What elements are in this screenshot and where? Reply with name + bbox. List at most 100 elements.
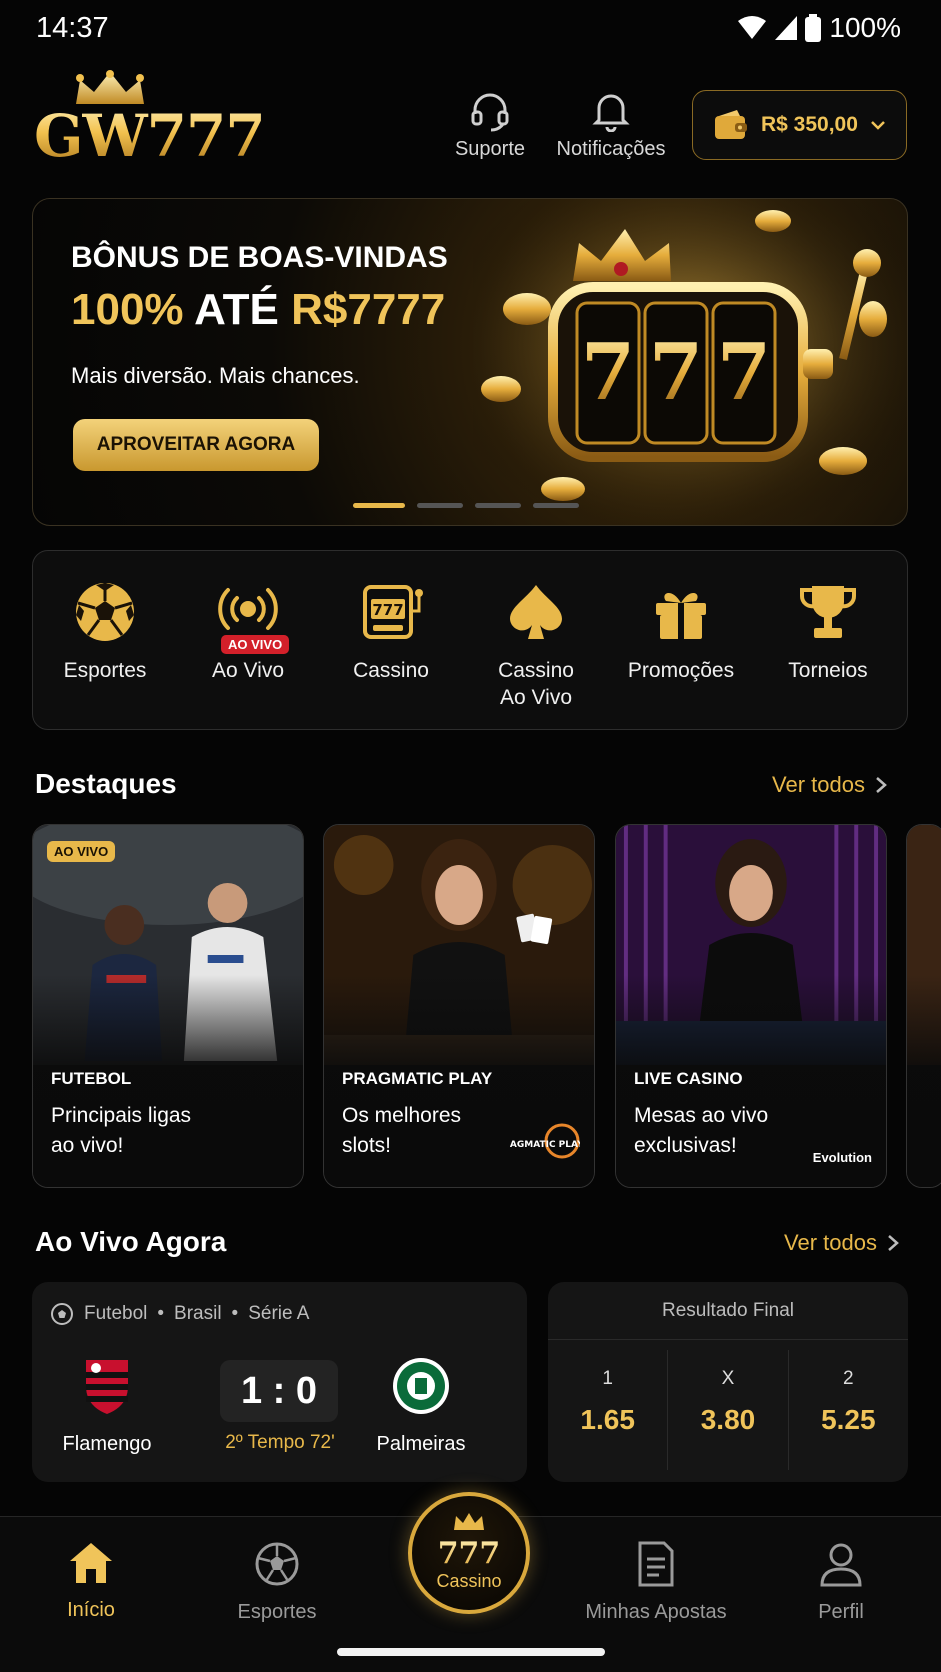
signal-icon xyxy=(775,16,798,40)
match-time: 2º Tempo 72' xyxy=(225,1432,335,1453)
odd-away-button[interactable]: 2 5.25 xyxy=(789,1350,908,1470)
status-bar: 14:37 100% xyxy=(0,0,941,56)
svg-text:7: 7 xyxy=(649,327,703,418)
card-description-line2: ao vivo! xyxy=(51,1134,124,1157)
pragmatic-play-logo-text: PRAGMATIC PLAY xyxy=(510,1140,580,1150)
home-team: Flamengo xyxy=(32,1356,182,1456)
category-label: Torneios xyxy=(788,659,868,682)
category-casino[interactable]: 777 Cassino xyxy=(321,577,461,684)
highlights-see-all-link[interactable]: Ver todos xyxy=(772,772,887,798)
card-description: Principais ligas ao vivo! xyxy=(51,1101,251,1161)
banner-offer: 100% ATÉ R$7777 xyxy=(71,285,445,335)
nav-label: Esportes xyxy=(237,1601,317,1623)
home-indicator[interactable] xyxy=(337,1648,605,1656)
nav-label: Perfil xyxy=(818,1601,864,1623)
highlight-card-football[interactable]: AO VIVO FUTEBOL Principais ligas ao vivo… xyxy=(32,824,304,1188)
nav-profile[interactable]: Perfil xyxy=(761,1541,921,1624)
banner-offer-until: ATÉ xyxy=(194,285,279,334)
soccer-ball-icon xyxy=(76,583,134,641)
carousel-indicators xyxy=(353,503,579,508)
support-button[interactable]: Suporte xyxy=(450,90,530,161)
category-promotions[interactable]: Promoções xyxy=(611,577,751,684)
crown-icon xyxy=(454,1513,484,1530)
odds-card: Resultado Final 1 1.65 X 3.80 2 5.25 xyxy=(548,1282,908,1482)
status-icons: 100% xyxy=(737,12,901,44)
highlights-title: Destaques xyxy=(35,768,177,799)
category-label: Cassino Ao Vivo xyxy=(466,657,606,711)
support-label: Suporte xyxy=(454,138,526,160)
category-label: Promoções xyxy=(627,659,735,682)
odd-value: 5.25 xyxy=(821,1404,876,1435)
category-label: Ao Vivo xyxy=(212,659,284,682)
separator-dot: • xyxy=(157,1303,165,1324)
nav-label: Minhas Apostas xyxy=(585,1601,727,1623)
wifi-icon xyxy=(738,16,767,39)
card-category: PRAGMATIC PLAY xyxy=(342,1069,493,1088)
promo-banner[interactable]: BÔNUS DE BOAS-VINDAS 100% ATÉ R$7777 Mai… xyxy=(32,198,908,526)
carousel-dot[interactable] xyxy=(475,503,521,508)
odd-value: 1.65 xyxy=(580,1404,635,1435)
nav-my-bets[interactable]: Minhas Apostas xyxy=(576,1541,736,1624)
notifications-button[interactable]: Notificações xyxy=(552,90,670,161)
battery-percent: 100% xyxy=(829,12,901,43)
category-live[interactable]: AO VIVO Ao Vivo xyxy=(178,577,318,684)
carousel-dot[interactable] xyxy=(533,503,579,508)
spade-icon xyxy=(510,585,562,639)
live-match-card[interactable]: Futebol • Brasil • Série A Flamengo 1 : … xyxy=(32,1282,527,1482)
category-menu: Esportes AO VIVO Ao Vivo 777 Cassino Cas… xyxy=(32,550,908,730)
home-team-name: Flamengo xyxy=(62,1433,152,1455)
card-description-line1: Principais ligas xyxy=(51,1104,192,1127)
carousel-dot[interactable] xyxy=(353,503,405,508)
odds-row: 1 1.65 X 3.80 2 5.25 xyxy=(548,1340,908,1470)
category-sports[interactable]: Esportes xyxy=(35,577,175,684)
banner-subtitle: Mais diversão. Mais chances. xyxy=(71,363,360,388)
home-icon xyxy=(70,1543,112,1583)
nav-home[interactable]: Início xyxy=(11,1541,171,1622)
nav-sports[interactable]: Esportes xyxy=(197,1541,357,1624)
palmeiras-crest-icon xyxy=(393,1358,449,1414)
highlight-card-partial[interactable] xyxy=(906,824,941,1188)
highlight-card-pragmatic[interactable]: PRAGMATIC PLAY Os melhores slots! PRAGMA… xyxy=(323,824,595,1188)
gift-icon xyxy=(656,592,706,639)
match-league: Futebol • Brasil • Série A xyxy=(50,1302,309,1326)
user-icon xyxy=(820,1543,862,1587)
headset-icon xyxy=(471,93,509,132)
match-score: 1 : 0 xyxy=(220,1360,338,1422)
nav-casino-button[interactable]: 777 Cassino xyxy=(408,1492,530,1614)
live-now-title: Ao Vivo Agora xyxy=(35,1226,227,1257)
bet-slip-icon xyxy=(638,1541,674,1587)
claim-bonus-button[interactable]: APROVEITAR AGORA xyxy=(73,419,319,471)
chevron-right-icon xyxy=(876,777,887,793)
odd-draw-button[interactable]: X 3.80 xyxy=(668,1350,789,1470)
odd-label: 1 xyxy=(602,1368,613,1389)
svg-text:7: 7 xyxy=(581,327,635,418)
banner-title: BÔNUS DE BOAS-VINDAS xyxy=(71,241,448,274)
odds-market-title: Resultado Final xyxy=(548,1282,908,1340)
logo[interactable]: GW777 xyxy=(34,70,266,170)
logo-text: GW777 xyxy=(34,102,266,170)
category-label-line2: Ao Vivo xyxy=(500,686,572,709)
carousel-dot[interactable] xyxy=(417,503,463,508)
card-description-line1: Os melhores xyxy=(342,1104,462,1127)
bell-icon xyxy=(592,94,630,132)
see-all-label: Ver todos xyxy=(772,772,865,797)
nav-label: Cassino xyxy=(436,1571,502,1591)
banner-offer-percent: 100% xyxy=(71,285,184,334)
category-live-casino[interactable]: Cassino Ao Vivo xyxy=(466,577,606,711)
match-league-name: Série A xyxy=(248,1303,310,1324)
soccer-ball-icon xyxy=(255,1542,299,1586)
odd-home-button[interactable]: 1 1.65 xyxy=(548,1350,669,1470)
chevron-right-icon xyxy=(888,1235,899,1251)
wallet-balance-dropdown[interactable]: R$ 350,00 xyxy=(692,90,907,160)
live-badge: AO VIVO xyxy=(47,841,116,862)
svg-text:7: 7 xyxy=(717,327,771,418)
highlight-card-live-casino[interactable]: LIVE CASINO Mesas ao vivo exclusivas! Ev… xyxy=(615,824,887,1188)
soccer-ball-icon xyxy=(51,1303,73,1325)
evolution-logo: Evolution xyxy=(812,1150,872,1165)
casino-logo-number: 777 xyxy=(412,1536,526,1571)
battery-icon xyxy=(805,14,822,42)
category-tournaments[interactable]: Torneios xyxy=(758,577,898,684)
live-now-see-all-link[interactable]: Ver todos xyxy=(784,1230,899,1256)
odd-label: 2 xyxy=(843,1368,854,1389)
chevron-down-icon xyxy=(871,121,885,130)
